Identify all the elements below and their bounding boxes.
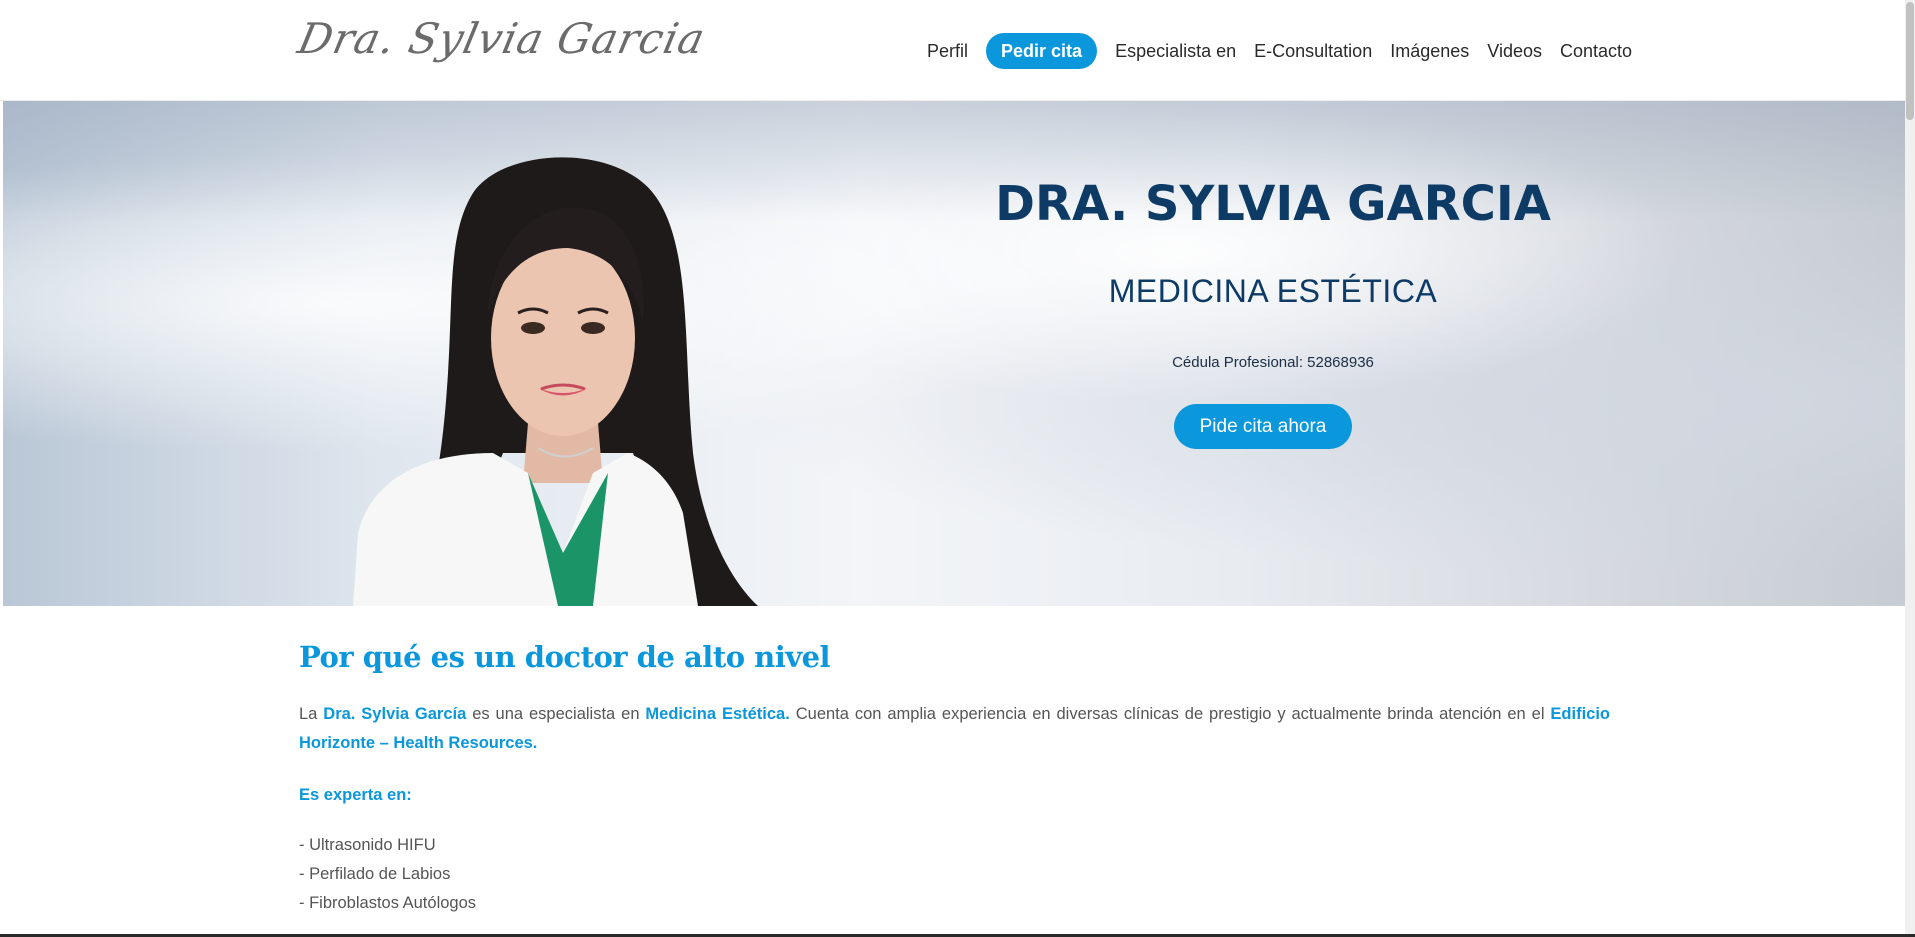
- list-item: - Perfilado de Labios: [299, 865, 451, 883]
- doctor-portrait: [353, 157, 758, 606]
- nav-pedir-cita[interactable]: Pedir cita: [986, 33, 1098, 69]
- intro-paragraph: La Dra. Sylvia García es una especialist…: [299, 700, 1610, 758]
- scrollbar-thumb[interactable]: [1906, 2, 1914, 120]
- nav-videos[interactable]: Videos: [1478, 35, 1551, 67]
- expert-list: - Ultrasonido HIFU - Perfilado de Labios…: [299, 831, 1610, 918]
- hero-subtitle: MEDICINA ESTÉTICA: [1108, 273, 1438, 309]
- para-text: es una especialista en: [466, 705, 646, 723]
- hero-title: DRA. SYLVIA GARCIA: [995, 176, 1551, 232]
- nav-perfil[interactable]: Perfil: [918, 35, 977, 67]
- site-header: Dra. Sylvia Garcia Perfil Pedir cita Esp…: [0, 0, 1905, 101]
- nav-e-consultation[interactable]: E-Consultation: [1245, 35, 1381, 67]
- para-highlight-specialty: Medicina Estética.: [645, 705, 790, 723]
- list-item: - Ultrasonido HIFU: [299, 836, 436, 854]
- scrollbar-track[interactable]: [1905, 0, 1915, 937]
- para-text: La: [299, 705, 324, 723]
- main-nav: Perfil Pedir cita Especialista en E-Cons…: [918, 33, 1641, 69]
- nav-imagenes[interactable]: Imágenes: [1381, 35, 1478, 67]
- para-text: Cuenta con amplia experiencia en diversa…: [789, 705, 1551, 723]
- main-content: Por qué es un doctor de alto nivel La Dr…: [299, 640, 1610, 918]
- hero-background: [3, 101, 1905, 221]
- expert-label: Es experta en:: [299, 786, 412, 804]
- cedula-profesional: Cédula Profesional: 52868936: [1172, 354, 1374, 371]
- list-item: - Fibroblastos Autólogos: [299, 894, 477, 912]
- para-highlight-name: Dra. Sylvia García: [323, 705, 467, 723]
- site-logo[interactable]: Dra. Sylvia Garcia: [294, 14, 710, 63]
- nav-especialista-en[interactable]: Especialista en: [1106, 35, 1245, 67]
- nav-contacto[interactable]: Contacto: [1551, 35, 1641, 67]
- hero-banner: DRA. SYLVIA GARCIA MEDICINA ESTÉTICA Céd…: [3, 101, 1905, 606]
- section-heading: Por qué es un doctor de alto nivel: [299, 640, 831, 674]
- pide-cita-button[interactable]: Pide cita ahora: [1174, 404, 1352, 449]
